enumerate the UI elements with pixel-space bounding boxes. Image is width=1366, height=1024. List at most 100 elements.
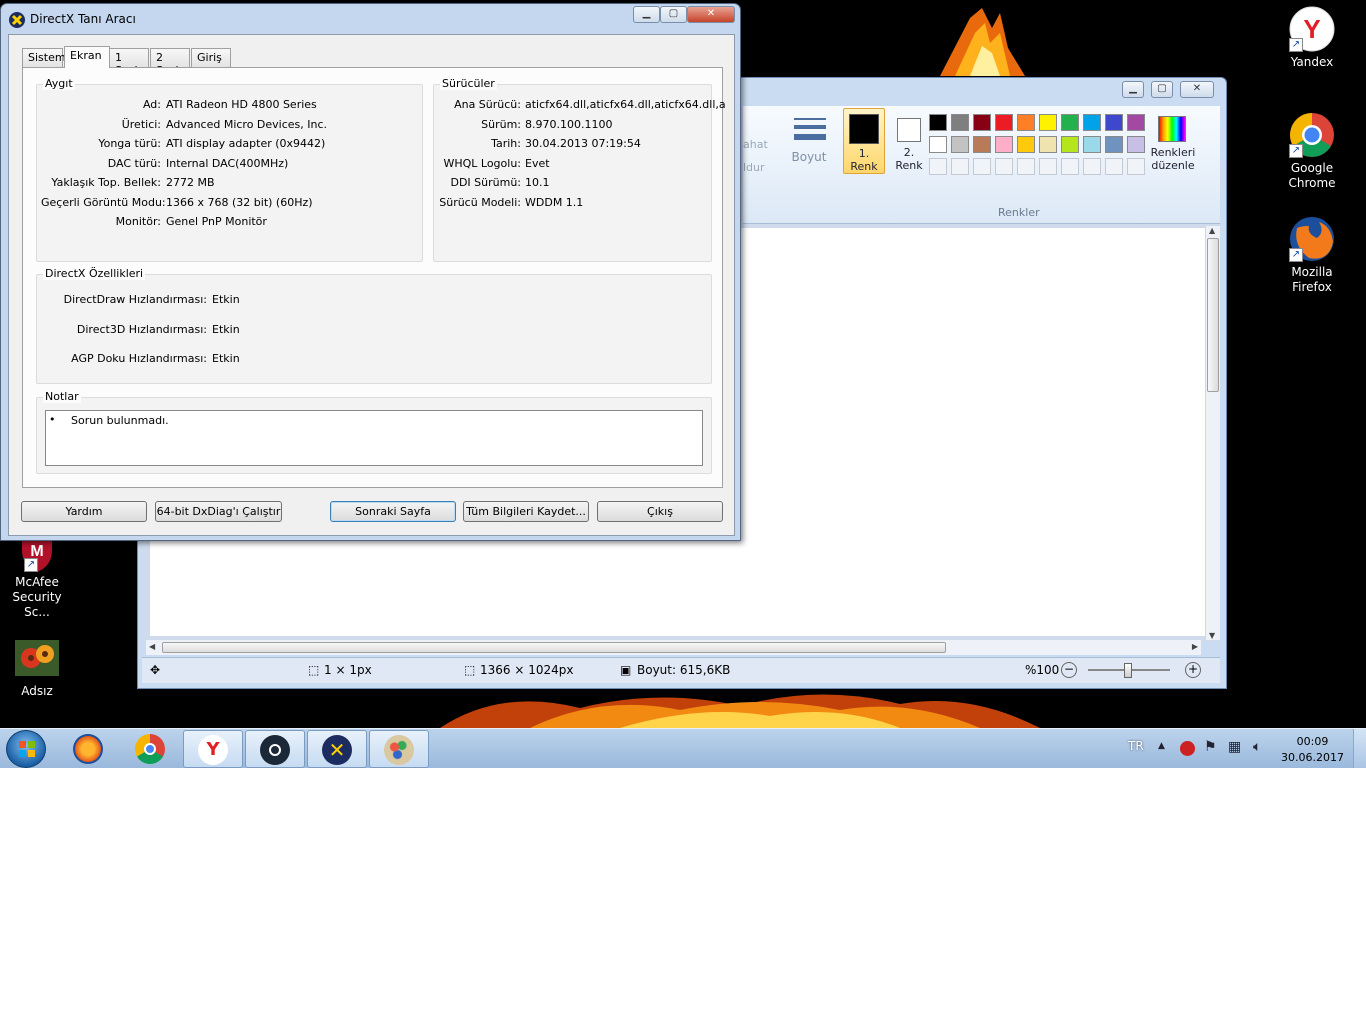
scroll-up-arrow-icon[interactable]: ▲ — [1209, 226, 1215, 235]
field-value: Etkin — [212, 293, 240, 306]
next-page-button[interactable]: Sonraki Sayfa — [330, 501, 456, 522]
network-icon[interactable]: ▦ — [1228, 739, 1241, 755]
palette-swatch[interactable] — [1105, 114, 1123, 131]
taskbar-paint[interactable] — [369, 730, 429, 768]
zoom-slider-thumb[interactable] — [1124, 663, 1132, 678]
paint-maximize-button[interactable]: ▢ — [1151, 81, 1173, 98]
steam-icon — [260, 735, 290, 765]
tab-giris[interactable]: Giriş — [191, 48, 231, 67]
field-label: DirectDraw Hızlandırması: — [63, 293, 207, 306]
zoom-in-button[interactable]: + — [1185, 662, 1201, 678]
palette-swatch[interactable] — [951, 114, 969, 131]
palette-swatch[interactable] — [1017, 114, 1035, 131]
palette-swatch[interactable] — [995, 114, 1013, 131]
minimize-button[interactable]: ▁ — [633, 6, 660, 23]
color2-label: 2. Renk — [895, 146, 923, 172]
action-center-flag-icon[interactable]: ⚑ — [1204, 739, 1217, 755]
close-button[interactable]: ✕ — [687, 6, 735, 23]
move-cursor-icon: ✥ — [150, 663, 161, 677]
palette-swatch[interactable] — [951, 158, 969, 175]
language-indicator[interactable]: TR — [1128, 739, 1144, 753]
palette-swatch[interactable] — [1061, 114, 1079, 131]
tab-sistem[interactable]: Sistem — [22, 48, 66, 67]
desktop-icon-yandex[interactable]: Y ↗ Yandex — [1275, 6, 1349, 70]
palette-swatch[interactable] — [1127, 158, 1145, 175]
horizontal-scrollbar[interactable]: ◀ ▶ — [146, 640, 1201, 655]
palette-swatch[interactable] — [1039, 114, 1057, 131]
palette-swatch[interactable] — [1017, 158, 1035, 175]
desktop-icon-chrome[interactable]: ↗ Google Chrome — [1275, 112, 1349, 191]
horizontal-scroll-thumb[interactable] — [162, 642, 946, 653]
maximize-button[interactable]: ▢ — [660, 6, 687, 23]
color1-button[interactable]: 1. Renk — [843, 108, 885, 174]
scroll-down-arrow-icon[interactable]: ▼ — [1209, 631, 1215, 640]
taskbar-dxdiag[interactable]: ✕ — [307, 730, 367, 768]
palette-swatch[interactable] — [929, 136, 947, 153]
zoom-out-button[interactable]: − — [1061, 662, 1077, 678]
palette-swatch[interactable] — [1105, 158, 1123, 175]
edit-colors-button[interactable]: Renkleri düzenle — [1151, 110, 1195, 180]
drivers-group-title: Sürücüler — [440, 77, 497, 90]
vertical-scroll-thumb[interactable] — [1207, 238, 1219, 392]
size-line-icon — [794, 118, 826, 120]
show-desktop-button[interactable] — [1353, 729, 1366, 768]
taskbar-firefox[interactable] — [59, 730, 119, 768]
palette-swatch[interactable] — [1061, 136, 1079, 153]
taskbar-yandex[interactable]: Y — [183, 730, 243, 768]
antivirus-tray-icon[interactable] — [1180, 741, 1195, 756]
field-label: Monitör: — [115, 215, 161, 228]
palette-swatch[interactable] — [1061, 158, 1079, 175]
tab-2-sesi[interactable]: 2 Sesi — [150, 48, 190, 77]
palette-swatch[interactable] — [1083, 158, 1101, 175]
palette-swatch[interactable] — [1105, 136, 1123, 153]
field-value: Advanced Micro Devices, Inc. — [166, 117, 328, 131]
palette-swatch[interactable] — [973, 114, 991, 131]
palette-swatch[interactable] — [973, 136, 991, 153]
palette-swatch[interactable] — [951, 136, 969, 153]
paint-minimize-button[interactable]: ▁ — [1122, 81, 1144, 98]
desktop-icon-firefox[interactable]: ↗ Mozilla Firefox — [1275, 216, 1349, 295]
vertical-scrollbar[interactable]: ▲ ▼ — [1205, 226, 1220, 640]
directx-app-icon — [9, 12, 25, 28]
show-hidden-icons-arrow[interactable]: ▲ — [1158, 741, 1165, 751]
notes-box[interactable]: • Sorun bulunmadı. — [45, 410, 703, 466]
palette-swatch[interactable] — [929, 158, 947, 175]
palette-swatch[interactable] — [929, 114, 947, 131]
color2-button[interactable]: 2. Renk — [889, 110, 929, 174]
palette-swatch[interactable] — [995, 158, 1013, 175]
volume-icon[interactable]: 🔈︎ — [1253, 739, 1261, 755]
start-button[interactable] — [6, 730, 46, 768]
tab-ekran[interactable]: Ekran — [64, 46, 110, 68]
palette-swatch[interactable] — [973, 158, 991, 175]
clock-date: 30.06.2017 — [1281, 751, 1344, 764]
desktop-icon-mcafee[interactable]: M ↗ McAfee Security Sc... — [0, 534, 74, 620]
palette-swatch[interactable] — [995, 136, 1013, 153]
chrome-icon — [135, 734, 165, 764]
size-tool[interactable]: Boyut — [790, 112, 828, 190]
run-64bit-button[interactable]: 64-bit DxDiag'ı Çalıştır — [155, 501, 282, 522]
field-value: Etkin — [212, 322, 240, 336]
save-all-info-button[interactable]: Tüm Bilgileri Kaydet... — [463, 501, 589, 522]
palette-swatch[interactable] — [1127, 136, 1145, 153]
palette-swatch[interactable] — [1039, 136, 1057, 153]
tab-1-sesi[interactable]: 1 Sesi — [109, 48, 149, 77]
help-button[interactable]: Yardım — [21, 501, 147, 522]
paint-close-button[interactable]: ✕ — [1180, 81, 1214, 98]
palette-swatch[interactable] — [1127, 114, 1145, 131]
taskbar-steam[interactable] — [245, 730, 305, 768]
dxdiag-window[interactable]: DirectX Tanı Aracı ▁ ▢ ✕ Sistem Ekran 1 … — [0, 3, 741, 541]
field-value: aticfx64.dll,aticfx64.dll,aticfx64.dll,a — [525, 98, 726, 111]
desktop-icon-adsiz[interactable]: Adsız — [0, 640, 74, 699]
palette-swatch[interactable] — [1039, 158, 1057, 175]
exit-button[interactable]: Çıkış — [597, 501, 723, 522]
palette-swatch[interactable] — [1083, 114, 1101, 131]
taskbar-chrome[interactable] — [121, 730, 181, 768]
palette-swatch[interactable] — [1083, 136, 1101, 153]
svg-text:Y: Y — [1303, 14, 1320, 44]
scroll-left-arrow-icon[interactable]: ◀ — [149, 642, 155, 651]
system-clock[interactable]: 00:09 30.06.2017 — [1281, 734, 1344, 766]
scroll-right-arrow-icon[interactable]: ▶ — [1192, 642, 1198, 651]
clock-time: 00:09 — [1296, 735, 1329, 748]
field-label: Tarih: — [491, 137, 521, 150]
palette-swatch[interactable] — [1017, 136, 1035, 153]
